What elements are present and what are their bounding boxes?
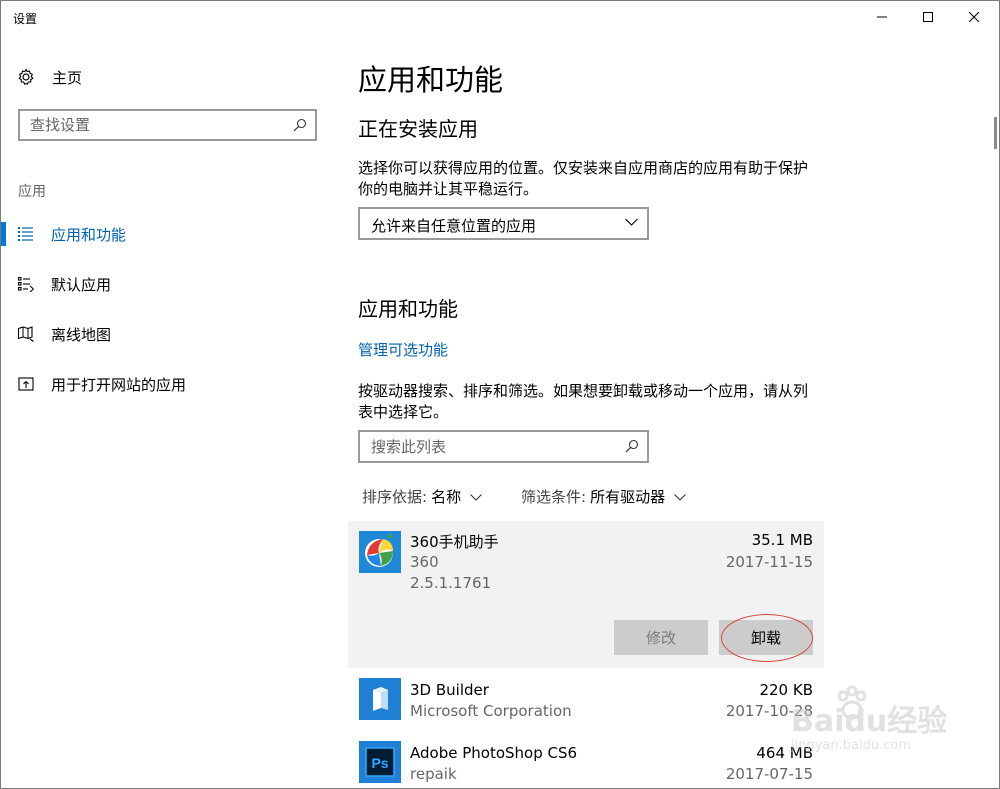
install-section-heading: 正在安装应用 [358, 117, 478, 141]
svg-text:Ps: Ps [371, 755, 388, 771]
sort-dropdown[interactable]: 排序依据: 名称 [362, 485, 482, 507]
dropdown-value: 允许来自任意位置的应用 [371, 217, 537, 235]
app-name: 3D Builder [410, 681, 489, 699]
settings-search-box[interactable] [18, 109, 317, 141]
close-button[interactable] [951, 1, 997, 33]
install-source-dropdown[interactable]: 允许来自任意位置的应用 [358, 207, 649, 240]
gear-icon [18, 68, 34, 85]
close-icon [969, 12, 979, 22]
window-title: 设置 [13, 12, 38, 26]
app-publisher: 360 [410, 553, 439, 571]
app-size: 220 KB [759, 681, 813, 699]
sidebar-item-label: 用于打开网站的应用 [51, 376, 187, 394]
sidebar-item-label: 应用和功能 [51, 226, 127, 244]
sidebar-item-website-apps[interactable]: 用于打开网站的应用 [1, 364, 331, 404]
app-list-search-box[interactable] [358, 430, 649, 463]
filter-dropdown[interactable]: 筛选条件: 所有驱动器 [521, 485, 686, 507]
search-icon [293, 118, 307, 132]
app-list-item-360[interactable]: 360手机助手 360 2.5.1.1761 35.1 MB 2017-11-1… [348, 521, 824, 668]
maximize-button[interactable] [905, 1, 951, 33]
app-list-search-input[interactable] [371, 437, 611, 457]
app-name: 360手机助手 [410, 533, 499, 551]
app-size: 464 MB [756, 744, 813, 762]
app-publisher: Microsoft Corporation [410, 702, 572, 720]
app-list-item-photoshop[interactable]: Ps Adobe PhotoShop CS6 repaik 464 MB 201… [348, 732, 824, 789]
active-indicator [1, 222, 6, 246]
install-section-description: 选择你可以获得应用的位置。仅安装来自应用商店的应用有助于保护你的电脑并让其平稳运… [358, 159, 809, 198]
map-icon [18, 326, 34, 342]
app-size: 35.1 MB [751, 531, 813, 549]
default-apps-icon [18, 276, 34, 292]
apps-section-heading: 应用和功能 [358, 297, 458, 321]
website-app-icon [18, 377, 34, 391]
app-date: 2017-11-15 [725, 553, 813, 571]
app-name: Adobe PhotoShop CS6 [410, 744, 578, 762]
sidebar-item-default-apps[interactable]: 默认应用 [1, 264, 331, 304]
chevron-down-icon [674, 493, 686, 501]
app-version: 2.5.1.1761 [410, 574, 492, 592]
chevron-down-icon [625, 218, 638, 226]
search-icon [625, 439, 639, 453]
sort-label: 排序依据: [362, 487, 428, 506]
title-bar: 设置 [1, 1, 999, 33]
list-icon [18, 227, 33, 241]
filter-value: 所有驱动器 [590, 487, 666, 506]
app-list-item-3d-builder[interactable]: 3D Builder Microsoft Corporation 220 KB … [348, 669, 824, 731]
360-assistant-app-icon [359, 531, 401, 573]
app-publisher: repaik [410, 765, 457, 783]
paw-logo-icon [837, 685, 867, 720]
app-date: 2017-10-28 [725, 702, 813, 720]
chevron-down-icon [470, 493, 482, 501]
sidebar-section-label: 应用 [18, 184, 46, 200]
minimize-icon [877, 16, 887, 18]
photoshop-app-icon: Ps [359, 741, 401, 783]
minimize-button[interactable] [859, 1, 905, 33]
nav-home[interactable]: 主页 [17, 65, 82, 89]
scrollbar-thumb[interactable] [994, 117, 997, 149]
maximize-icon [923, 12, 933, 22]
page-title: 应用和功能 [358, 63, 504, 97]
uninstall-button[interactable]: 卸载 [719, 620, 813, 655]
apps-section-description: 按驱动器搜索、排序和筛选。如果想要卸载或移动一个应用，请从列表中选择它。 [358, 382, 809, 421]
filter-label: 筛选条件: [521, 487, 587, 506]
scrollbar[interactable] [991, 33, 999, 788]
manage-optional-features-link[interactable]: 管理可选功能 [358, 339, 448, 360]
sidebar-item-offline-maps[interactable]: 离线地图 [1, 314, 331, 354]
nav-home-label: 主页 [52, 68, 83, 87]
app-date: 2017-07-15 [725, 765, 813, 783]
modify-button[interactable]: 修改 [614, 620, 708, 655]
settings-window: 设置 主页 应用 应用和功能 [0, 0, 1000, 789]
settings-search-input[interactable] [30, 115, 280, 135]
sidebar-item-label: 离线地图 [51, 326, 112, 344]
sidebar-item-apps-features[interactable]: 应用和功能 [1, 214, 331, 254]
sort-value: 名称 [431, 487, 462, 506]
3d-builder-app-icon [359, 678, 401, 720]
sidebar-item-label: 默认应用 [51, 276, 112, 294]
